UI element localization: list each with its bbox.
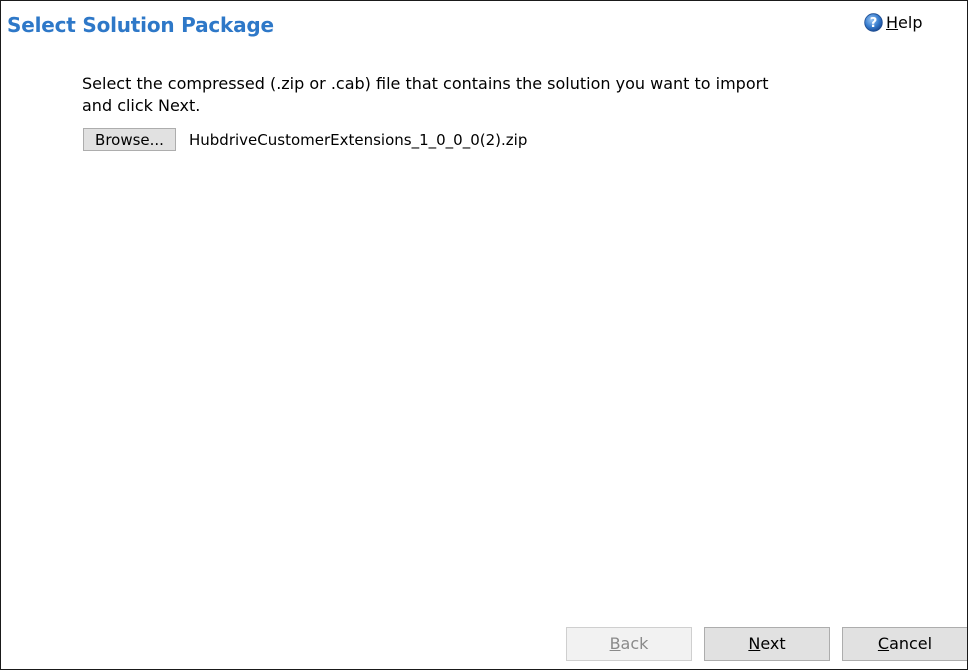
svg-text:?: ? <box>870 16 878 31</box>
page-title: Select Solution Package <box>7 13 274 37</box>
import-solution-dialog: Select Solution Package ? Help Select th… <box>0 0 968 670</box>
cancel-button[interactable]: Cancel <box>842 627 967 661</box>
browse-button[interactable]: Browse... <box>83 128 176 151</box>
help-label[interactable]: Help <box>886 13 922 32</box>
help-link[interactable]: ? Help <box>864 13 922 32</box>
selected-file-name: HubdriveCustomerExtensions_1_0_0_0(2).zi… <box>189 131 528 149</box>
instruction-text: Select the compressed (.zip or .cab) fil… <box>82 74 769 115</box>
help-question-icon: ? <box>864 13 883 32</box>
next-button[interactable]: Next <box>704 627 830 661</box>
back-button[interactable]: Back <box>566 627 692 661</box>
